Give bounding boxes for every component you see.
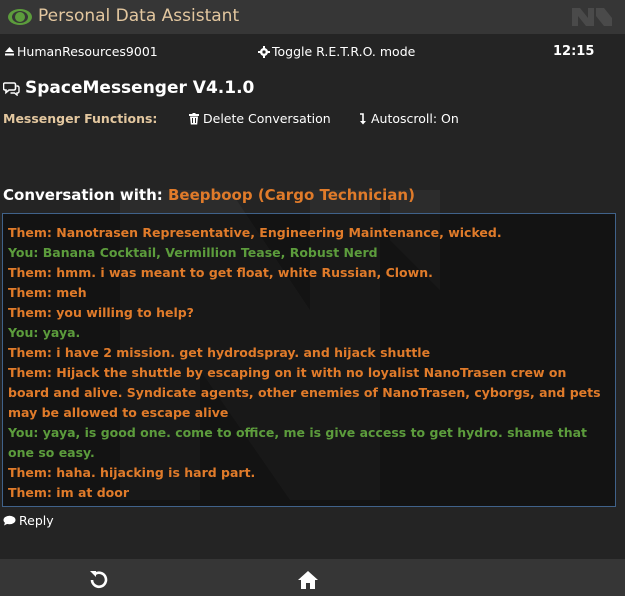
- comments-icon: [3, 81, 20, 96]
- message-log[interactable]: Them: Nanotrasen Representative, Enginee…: [2, 213, 616, 507]
- bottom-nav: [0, 559, 625, 596]
- message-them: Them: you willing to help?: [8, 305, 194, 320]
- nanotrasen-logo: [572, 8, 612, 26]
- autoscroll-label: Autoscroll: On: [371, 111, 459, 126]
- reply-label: Reply: [19, 513, 54, 528]
- arrow-down-icon: [360, 112, 366, 124]
- refresh-icon[interactable]: [86, 568, 110, 592]
- user-indicator[interactable]: HumanResources9001: [4, 44, 158, 59]
- conversation-header: Conversation with: Beepboop (Cargo Techn…: [3, 186, 415, 204]
- app-title: SpaceMessenger V4.1.0: [3, 78, 254, 98]
- message-them: Them: Nanotrasen Representative, Enginee…: [8, 225, 502, 240]
- message-you: You: Banana Cocktail, Vermillion Tease, …: [8, 245, 378, 260]
- message-them: Them: haha. hijacking is hard part.: [8, 465, 256, 480]
- message-them: Them: meh: [8, 285, 87, 300]
- conversation-prefix: Conversation with:: [3, 186, 163, 204]
- trash-icon: [189, 112, 199, 124]
- gear-icon: [258, 45, 270, 58]
- conversation-contact: Beepboop (Cargo Technician): [168, 186, 415, 204]
- status-bar: HumanResources9001 Toggle R.E.T.R.O. mod…: [0, 44, 625, 62]
- delete-conversation-label: Delete Conversation: [203, 111, 331, 126]
- app-title-text: SpaceMessenger V4.1.0: [25, 78, 255, 98]
- delete-conversation-button[interactable]: Delete Conversation: [189, 111, 331, 126]
- message-you: You: yaya, is good one. come to office, …: [8, 425, 588, 460]
- message-them: Them: Hijack the shuttle by escaping on …: [8, 365, 601, 420]
- message-you: You: yaya.: [8, 325, 81, 340]
- home-icon[interactable]: [296, 568, 320, 592]
- window-title: Personal Data Assistant: [38, 6, 240, 26]
- reply-button[interactable]: Reply: [3, 513, 54, 528]
- title-bar: Personal Data Assistant: [0, 0, 625, 34]
- message-them: Them: i have 2 mission. get hydrodspray.…: [8, 345, 431, 360]
- functions-label: Messenger Functions:: [3, 111, 158, 126]
- eye-icon: [8, 9, 32, 25]
- comment-icon: [3, 515, 16, 526]
- messenger-functions: Messenger Functions: Delete Conversation…: [3, 111, 623, 129]
- autoscroll-toggle[interactable]: Autoscroll: On: [359, 111, 459, 126]
- message-them: Them: im at door: [8, 485, 129, 500]
- toggle-retro-label: Toggle R.E.T.R.O. mode: [272, 44, 416, 59]
- clock: 12:15: [553, 44, 595, 59]
- message-them: Them: hmm. i was meant to get float, whi…: [8, 265, 433, 280]
- eject-icon: [5, 47, 14, 56]
- toggle-retro-button[interactable]: Toggle R.E.T.R.O. mode: [258, 44, 415, 59]
- user-name: HumanResources9001: [17, 44, 158, 59]
